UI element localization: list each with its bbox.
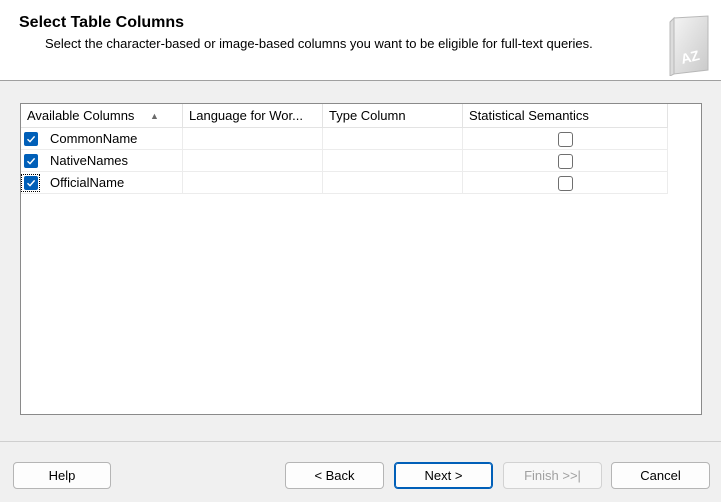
column-header-available-columns[interactable]: Available Columns ▲ [21, 104, 183, 128]
column-name: CommonName [50, 131, 138, 146]
statistical-semantics-checkbox[interactable] [558, 154, 573, 169]
table-row[interactable]: OfficialName [21, 172, 668, 194]
statistical-semantics-cell[interactable] [463, 172, 668, 194]
available-column-cell[interactable]: CommonName [21, 128, 183, 150]
checkmark-icon [27, 157, 36, 165]
column-name: NativeNames [50, 153, 129, 168]
footer-divider [0, 441, 721, 442]
column-include-checkbox[interactable] [24, 176, 38, 190]
column-header-language[interactable]: Language for Wor... [183, 104, 323, 128]
page-title: Select Table Columns [19, 14, 185, 31]
book-az-icon: AZ [668, 14, 712, 77]
page-subtitle: Select the character-based or image-base… [45, 36, 593, 51]
statistical-semantics-cell[interactable] [463, 150, 668, 172]
language-cell[interactable] [183, 128, 323, 150]
column-header-label: Available Columns [27, 108, 135, 123]
column-header-statistical-semantics[interactable]: Statistical Semantics [463, 104, 668, 128]
next-button[interactable]: Next > [394, 462, 493, 489]
table-row[interactable]: CommonName [21, 128, 668, 150]
column-name: OfficialName [50, 175, 125, 190]
wizard-header: Select Table Columns Select the characte… [0, 0, 721, 81]
available-column-cell[interactable]: OfficialName [21, 172, 183, 194]
checkmark-icon [27, 179, 36, 187]
statistical-semantics-cell[interactable] [463, 128, 668, 150]
help-button[interactable]: Help [13, 462, 111, 489]
language-cell[interactable] [183, 172, 323, 194]
grid-header-row: Available Columns ▲ Language for Wor... … [21, 104, 668, 128]
back-button[interactable]: < Back [285, 462, 384, 489]
column-include-checkbox[interactable] [24, 132, 38, 146]
column-header-type-column[interactable]: Type Column [323, 104, 463, 128]
column-header-label: Language for Wor... [189, 108, 303, 123]
type-column-cell[interactable] [323, 172, 463, 194]
column-header-label: Statistical Semantics [469, 108, 589, 123]
column-header-label: Type Column [329, 108, 406, 123]
statistical-semantics-checkbox[interactable] [558, 176, 573, 191]
table-row[interactable]: NativeNames [21, 150, 668, 172]
columns-grid[interactable]: Available Columns ▲ Language for Wor... … [20, 103, 702, 415]
checkmark-icon [27, 135, 36, 143]
column-include-checkbox[interactable] [24, 154, 38, 168]
language-cell[interactable] [183, 150, 323, 172]
type-column-cell[interactable] [323, 128, 463, 150]
statistical-semantics-checkbox[interactable] [558, 132, 573, 147]
cancel-button[interactable]: Cancel [611, 462, 710, 489]
finish-button[interactable]: Finish >>| [503, 462, 602, 489]
sort-ascending-icon: ▲ [150, 111, 159, 121]
type-column-cell[interactable] [323, 150, 463, 172]
grid-body: CommonName NativeNames OfficialName [21, 128, 668, 194]
available-column-cell[interactable]: NativeNames [21, 150, 183, 172]
